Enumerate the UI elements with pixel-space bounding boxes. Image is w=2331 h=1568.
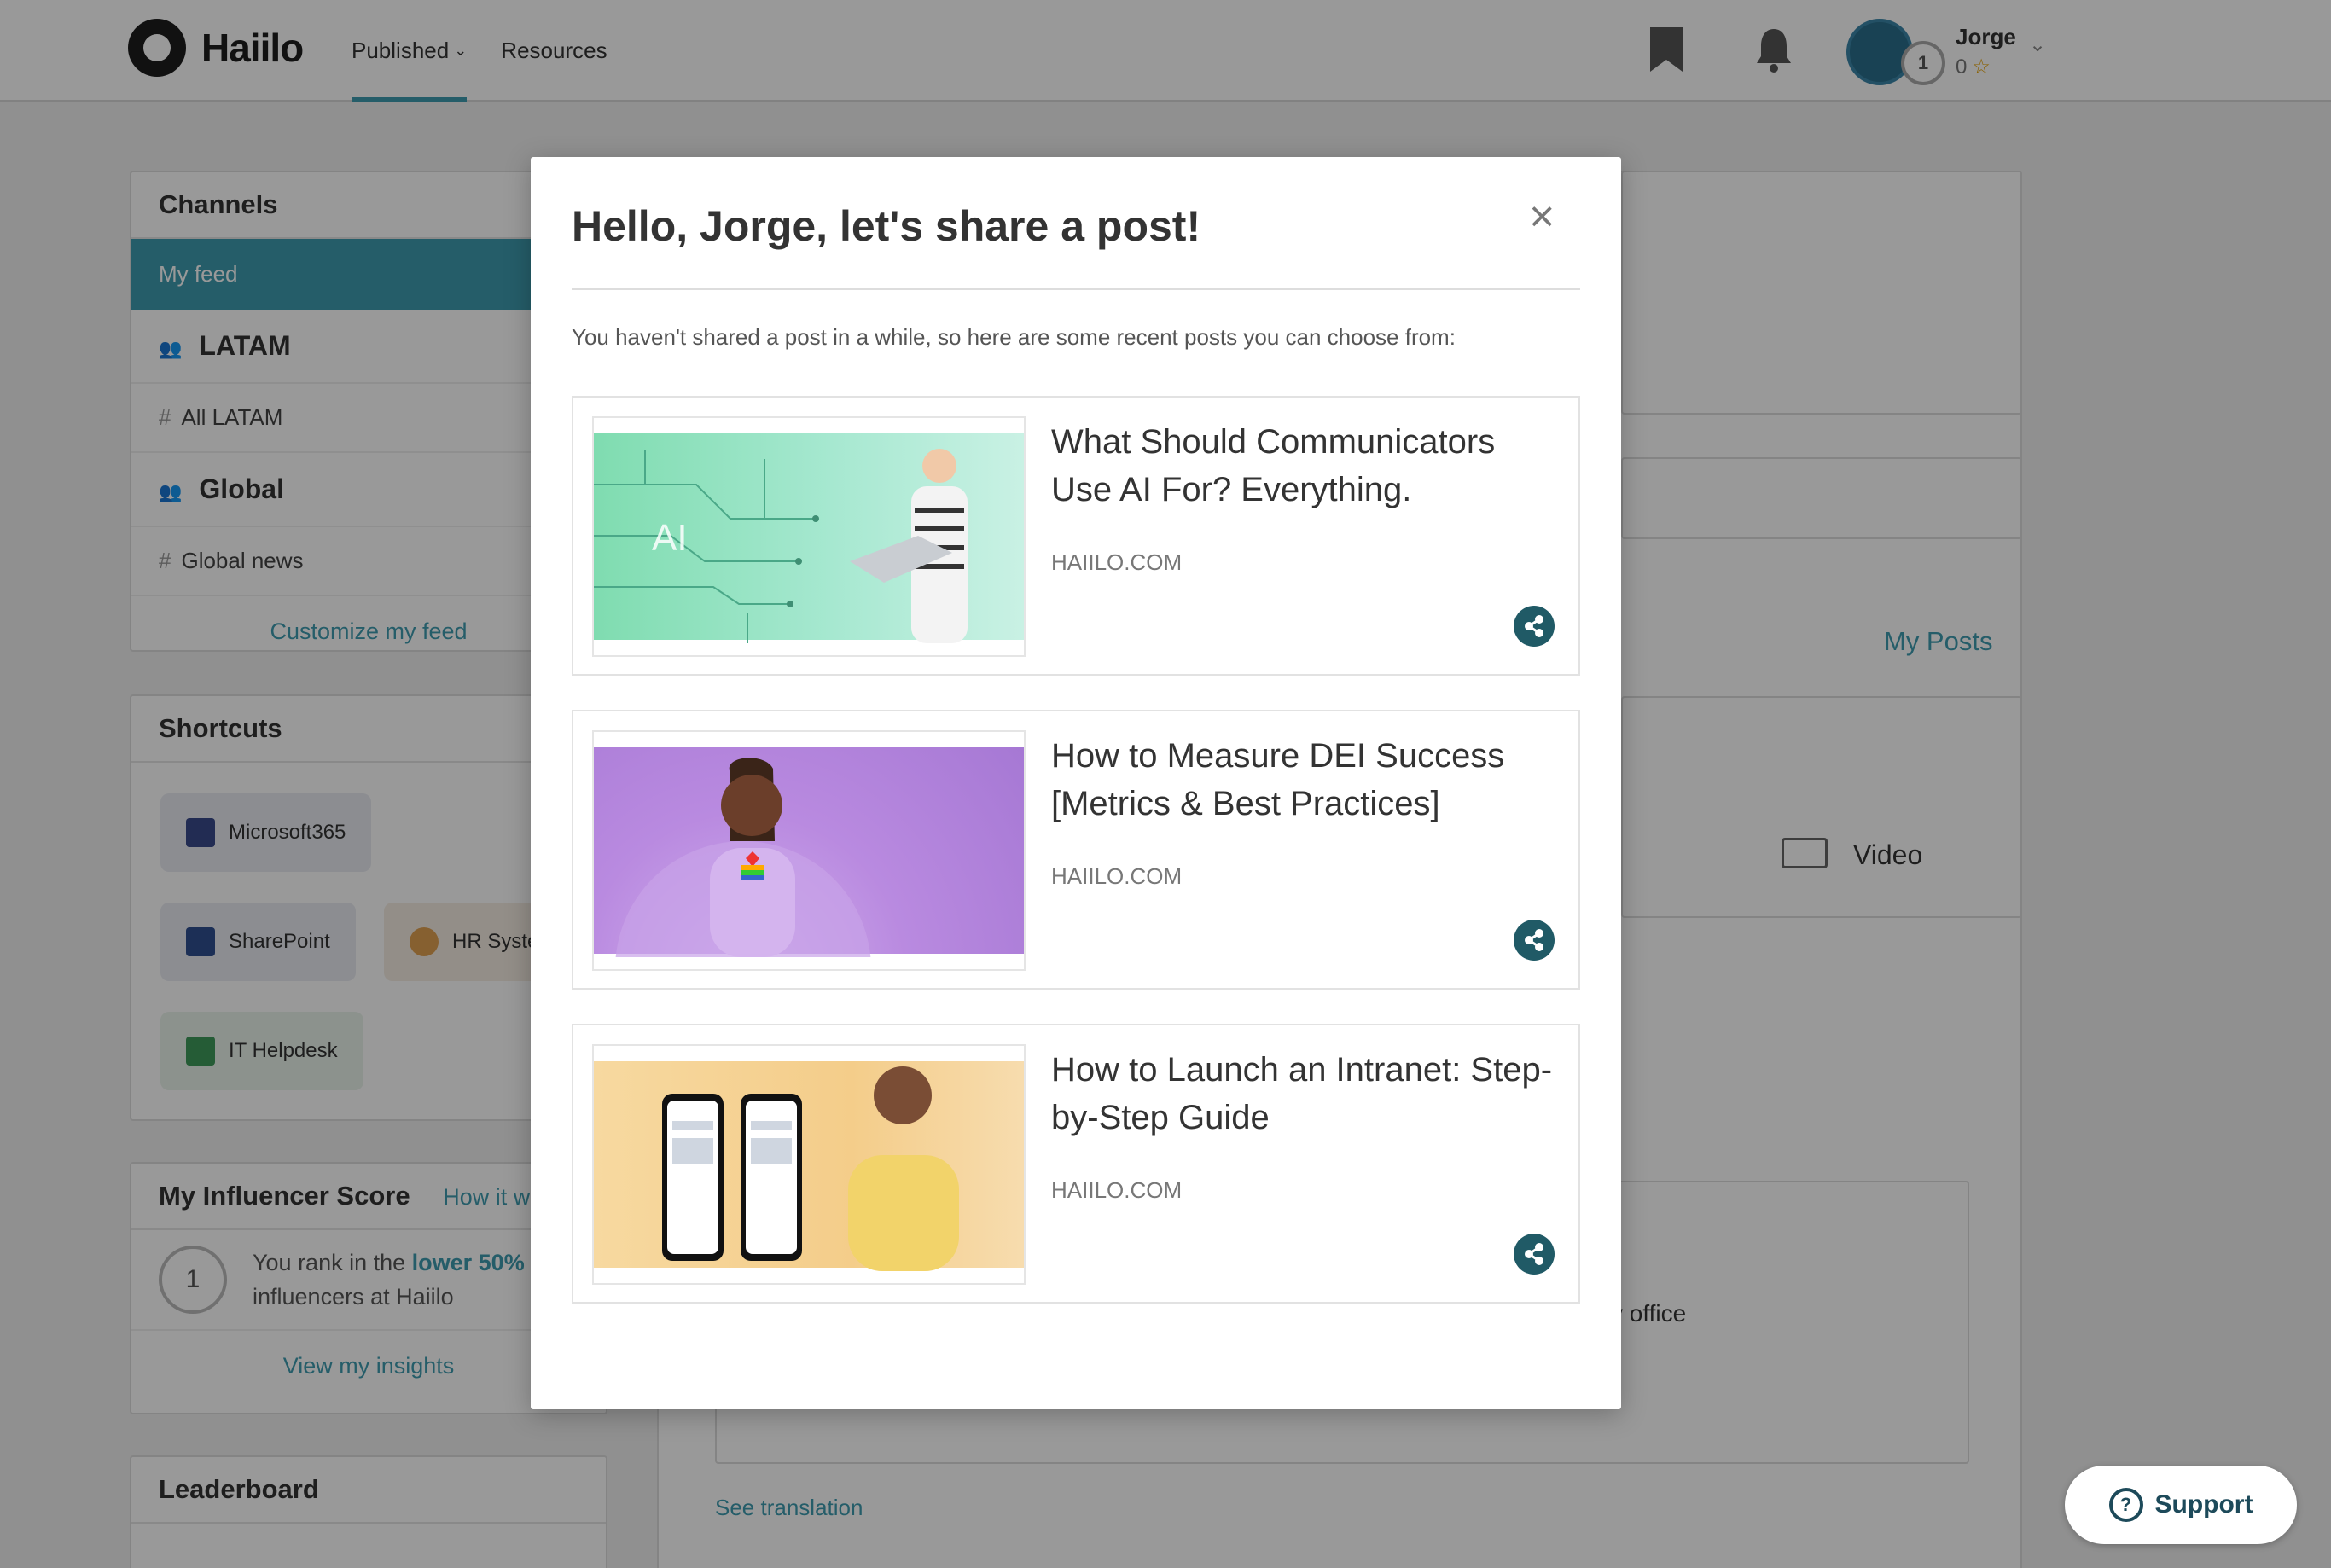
share-glyph xyxy=(1525,615,1543,637)
post-title[interactable]: What Should Communicators Use AI For? Ev… xyxy=(1051,418,1563,514)
share-post-modal: Hello, Jorge, let's share a post! × You … xyxy=(531,157,1621,1409)
post-title[interactable]: How to Launch an Intranet: Step-by-Step … xyxy=(1051,1046,1563,1141)
share-icon[interactable] xyxy=(1514,920,1555,961)
post-thumbnail[interactable] xyxy=(592,1044,1026,1285)
share-icon[interactable] xyxy=(1514,606,1555,647)
share-glyph xyxy=(1525,929,1543,951)
support-label: Support xyxy=(2154,1490,2253,1519)
share-icon[interactable] xyxy=(1514,1234,1555,1275)
close-icon[interactable]: × xyxy=(1529,195,1555,239)
person-illustration xyxy=(615,758,871,957)
dei-thumbnail-image xyxy=(594,747,1024,957)
modal-subtitle: You haven't shared a post in a while, so… xyxy=(572,324,1456,350)
phones-illustration xyxy=(662,1066,959,1271)
modal-divider xyxy=(572,288,1580,290)
post-source: HAIILO.COM xyxy=(1051,549,1183,575)
share-glyph xyxy=(1525,1243,1543,1265)
thumbnail-text: AI xyxy=(652,517,688,559)
post-thumbnail[interactable] xyxy=(592,730,1026,971)
help-icon: ? xyxy=(2108,1488,2143,1522)
support-button[interactable]: ? Support xyxy=(2065,1466,2297,1544)
suggested-post[interactable]: How to Launch an Intranet: Step-by-Step … xyxy=(572,1024,1580,1304)
post-source: HAIILO.COM xyxy=(1051,863,1183,889)
modal-title: Hello, Jorge, let's share a post! xyxy=(572,202,1201,250)
suggested-post[interactable]: How to Measure DEI Success [Metrics & Be… xyxy=(572,710,1580,990)
ai-thumbnail-image: AI xyxy=(594,433,1024,643)
post-title[interactable]: How to Measure DEI Success [Metrics & Be… xyxy=(1051,732,1563,828)
post-source: HAIILO.COM xyxy=(1051,1177,1183,1203)
intranet-thumbnail-image xyxy=(594,1061,1024,1271)
post-thumbnail[interactable]: AI xyxy=(592,416,1026,657)
suggested-post[interactable]: AI What Should Communicators Use AI For?… xyxy=(572,396,1580,676)
